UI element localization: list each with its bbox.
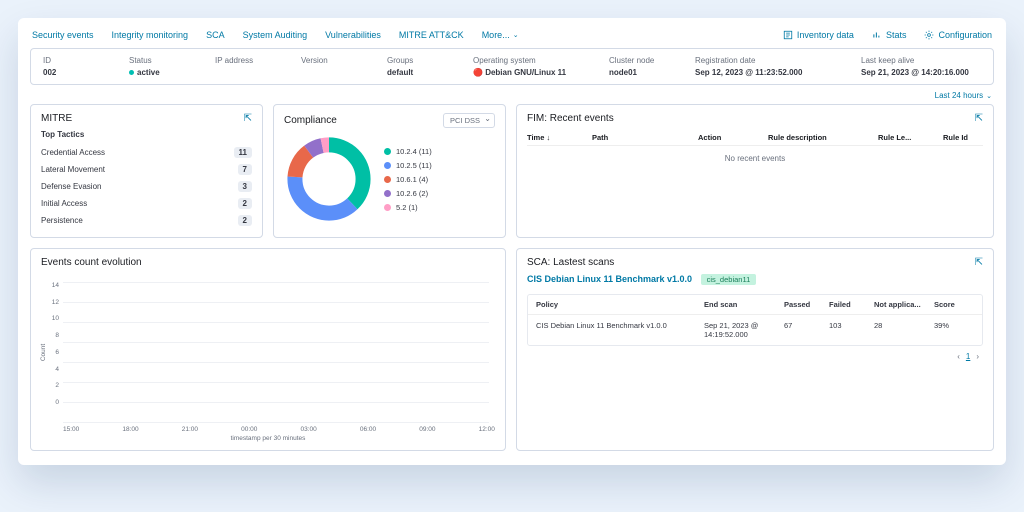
stats-icon [872,30,882,40]
compliance-title: Compliance [284,115,337,126]
tab-security-events[interactable]: Security events [32,30,94,40]
sca-title: SCA: Lastest scans [527,257,614,268]
agent-info-bar: ID 002 Status active IP address Version Gr… [30,48,994,85]
col-time[interactable]: Time ↓ [527,133,572,142]
compliance-card: Compliance PCI DSS 10.2.4 (11) 10.2.5 (11… [273,104,506,238]
tactic-row[interactable]: Initial Access2 [41,195,252,212]
sort-desc-icon: ↓ [546,133,550,142]
tab-bar: Security events Integrity monitoring SCA… [30,28,994,48]
events-card: Events count evolution Count 14121086420… [30,248,506,451]
compliance-selector[interactable]: PCI DSS [443,113,495,128]
tab-integrity-monitoring[interactable]: Integrity monitoring [112,30,189,40]
stats-link[interactable]: Stats [872,30,907,40]
col-desc[interactable]: Rule description [768,133,858,142]
col-passed[interactable]: Passed [784,300,829,309]
keep-value: Sep 21, 2023 @ 14:20:16.000 [861,68,1001,77]
col-na[interactable]: Not applica... [874,300,934,309]
tactic-row[interactable]: Persistence2 [41,212,252,229]
legend-item[interactable]: 5.2 (1) [384,203,432,212]
groups-label: Groups [387,56,447,65]
mitre-open-icon[interactable]: ⇱ [244,113,252,124]
status-value: active [129,68,189,77]
events-chart[interactable]: Count 14121086420 [41,274,495,424]
mitre-subtitle: Top Tactics [41,130,252,139]
os-value: 🔴 Debian GNU/Linux 11 [473,68,583,77]
chevron-down-icon: ⌄ [986,92,992,100]
version-label: Version [301,56,361,65]
pager-page[interactable]: 1 [966,352,970,361]
reg-value: Sep 12, 2023 @ 11:23:52.000 [695,68,835,77]
groups-value: default [387,68,447,77]
compliance-donut-chart [284,134,374,224]
x-axis: 15:0018:0021:0000:0003:0006:0009:0012:00 [41,424,495,433]
sca-benchmark-link[interactable]: CIS Debian Linux 11 Benchmark v1.0.0 [527,274,692,284]
col-action[interactable]: Action [698,133,748,142]
x-axis-label: timestamp per 30 minutes [41,435,495,442]
compliance-legend: 10.2.4 (11) 10.2.5 (11) 10.6.1 (4) 10.2.… [384,147,432,212]
col-path[interactable]: Path [592,133,678,142]
chevron-down-icon: ⌄ [513,31,519,39]
time-range-selector[interactable]: Last 24 hours ⌄ [935,91,992,100]
col-endscan[interactable]: End scan [704,300,784,309]
col-ruleid[interactable]: Rule Id [943,133,983,142]
id-value: 002 [43,68,103,77]
tactic-row[interactable]: Lateral Movement7 [41,161,252,178]
tactic-row[interactable]: Credential Access11 [41,144,252,161]
legend-item[interactable]: 10.6.1 (4) [384,175,432,184]
tab-vulnerabilities[interactable]: Vulnerabilities [325,30,381,40]
sca-card: SCA: Lastest scans ⇱ CIS Debian Linux 11 … [516,248,994,451]
col-policy[interactable]: Policy [536,300,704,309]
sca-table: Policy End scan Passed Failed Not applic… [527,294,983,346]
configuration-link[interactable]: Configuration [924,30,992,40]
app-frame: Security events Integrity monitoring SCA… [18,18,1006,465]
reg-label: Registration date [695,56,835,65]
tab-more[interactable]: More...⌄ [482,30,519,40]
fim-table-header: Time ↓ Path Action Rule description Rule… [527,130,983,146]
gear-icon [924,30,934,40]
fim-empty-message: No recent events [527,146,983,171]
keep-label: Last keep alive [861,56,1001,65]
node-value: node01 [609,68,669,77]
col-score[interactable]: Score [934,300,974,309]
tab-sca[interactable]: SCA [206,30,225,40]
status-dot-icon [129,70,134,75]
legend-item[interactable]: 10.2.4 (11) [384,147,432,156]
fim-open-icon[interactable]: ⇱ [975,113,983,124]
status-label: Status [129,56,189,65]
inventory-icon [783,30,793,40]
tab-mitre-attck[interactable]: MITRE ATT&CK [399,30,464,40]
sca-open-icon[interactable]: ⇱ [975,257,983,268]
os-label: Operating system [473,56,583,65]
ip-label: IP address [215,56,275,65]
pager: ‹ 1 › [527,346,983,361]
debian-icon: 🔴 [473,68,485,77]
mitre-card: MITRE ⇱ Top Tactics Credential Access11 L… [30,104,263,238]
pager-prev[interactable]: ‹ [957,352,960,361]
id-label: ID [43,56,103,65]
legend-item[interactable]: 10.2.6 (2) [384,189,432,198]
node-label: Cluster node [609,56,669,65]
mitre-title: MITRE [41,113,72,124]
legend-item[interactable]: 10.2.5 (11) [384,161,432,170]
col-failed[interactable]: Failed [829,300,874,309]
table-row[interactable]: CIS Debian Linux 11 Benchmark v1.0.0 Sep… [528,315,982,345]
tactic-row[interactable]: Defense Evasion3 [41,178,252,195]
fim-title: FIM: Recent events [527,113,614,124]
col-level[interactable]: Rule Le... [878,133,923,142]
sca-badge: cis_debian11 [701,274,757,285]
pager-next[interactable]: › [976,352,979,361]
y-axis: 14121086420 [45,282,59,406]
events-title: Events count evolution [41,257,142,268]
fim-card: FIM: Recent events ⇱ Time ↓ Path Action R… [516,104,994,238]
tab-system-auditing[interactable]: System Auditing [243,30,308,40]
inventory-data-link[interactable]: Inventory data [783,30,854,40]
